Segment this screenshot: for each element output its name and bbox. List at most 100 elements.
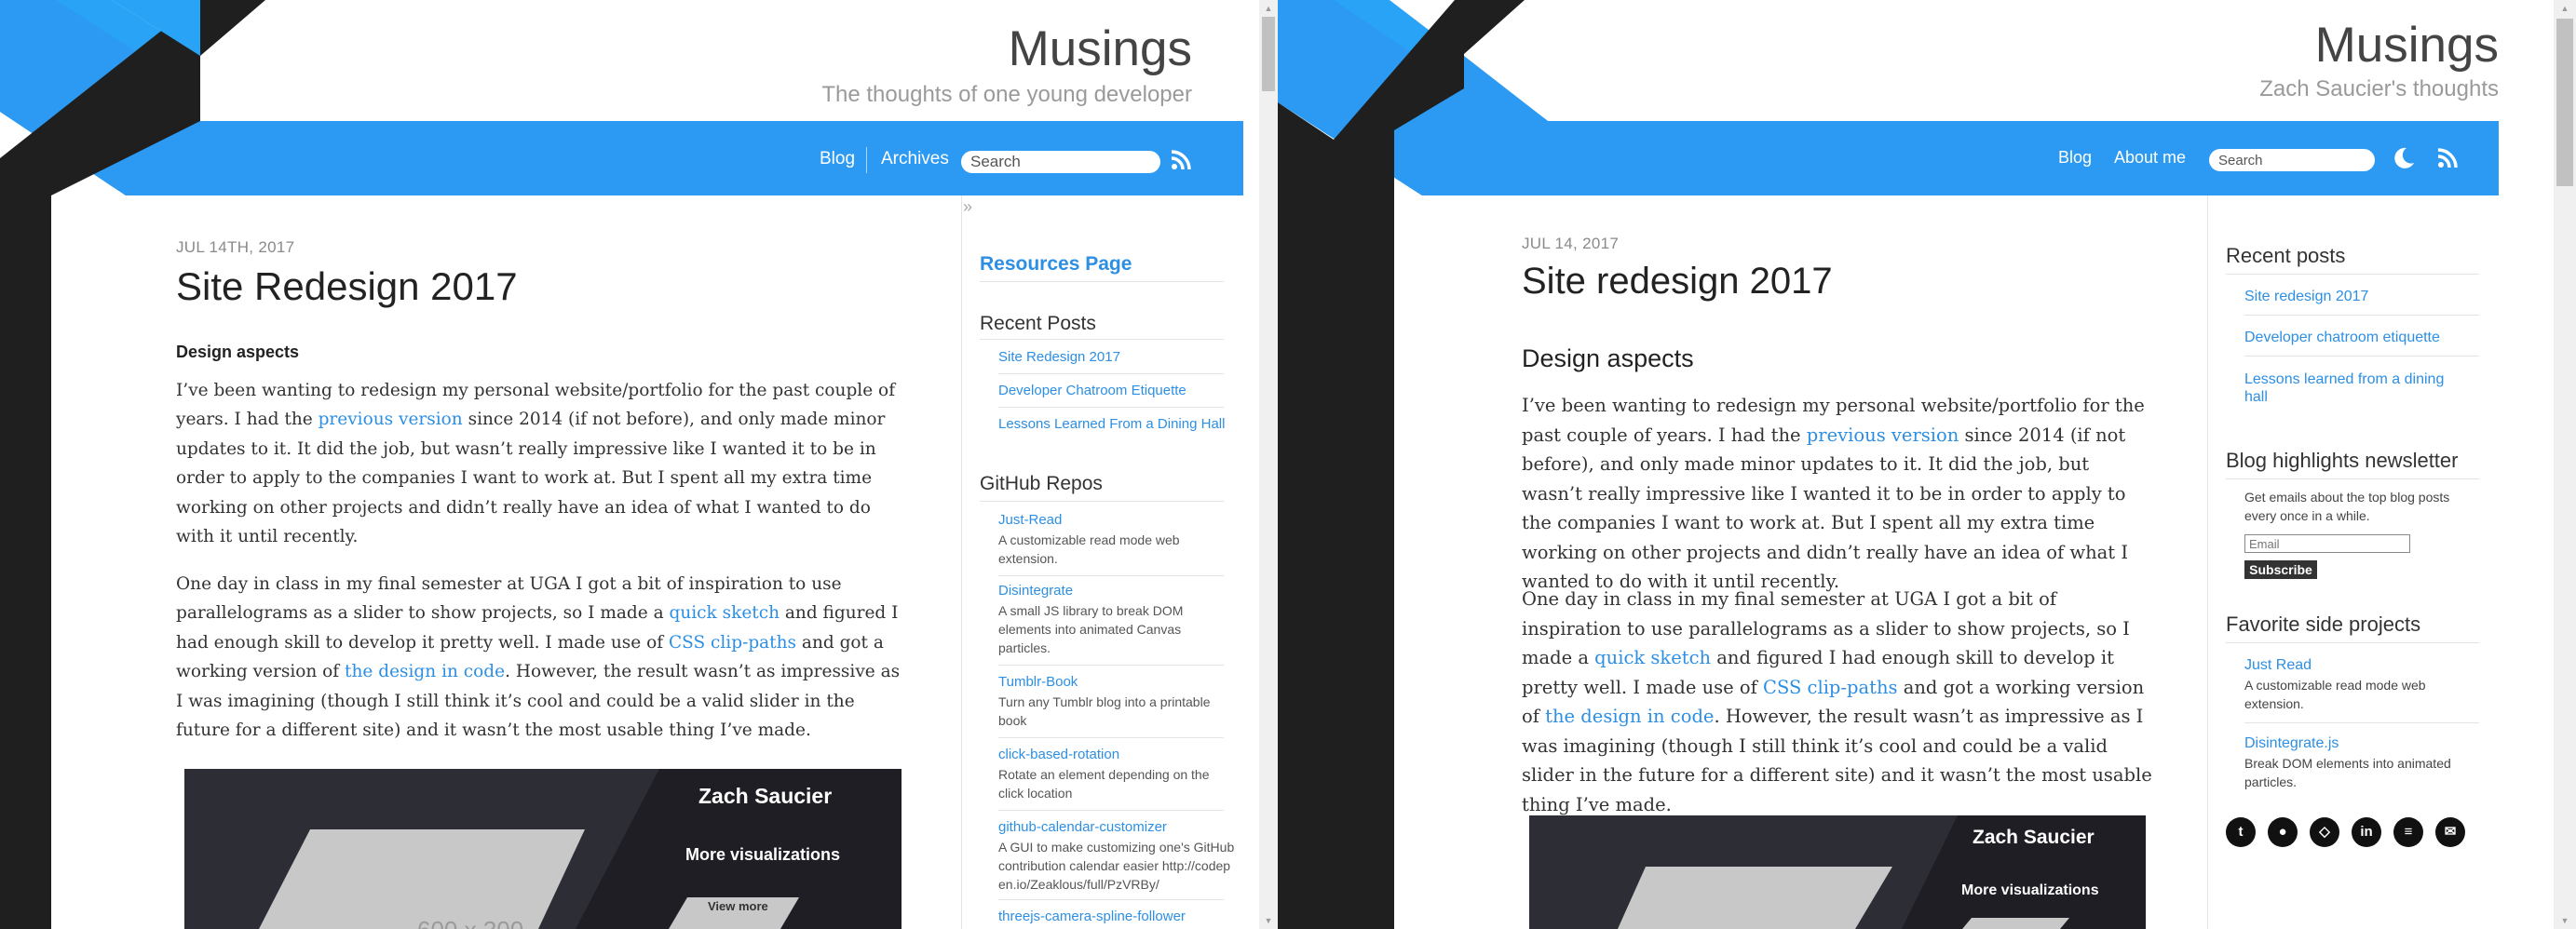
recent-posts-heading: Recent posts	[2226, 244, 2346, 267]
newsletter-description: Get emails about the top blog posts ever…	[2244, 490, 2450, 523]
nav-archives[interactable]: Archives	[881, 149, 949, 169]
recent-post-link[interactable]: Lessons learned from a dining hall	[2244, 370, 2459, 406]
embed-author: Zach Saucier	[1973, 827, 2095, 848]
site-title[interactable]: Musings	[1009, 20, 1192, 77]
embed-author: Zach Saucier	[698, 784, 833, 808]
search-input[interactable]	[961, 151, 1160, 173]
divider	[2226, 642, 2479, 643]
repo-description: Rotate an element depending on the click…	[998, 767, 1210, 801]
left-browser-pane: Musings The thoughts of one young develo…	[0, 0, 1259, 929]
paragraph-2: One day in class in my final semester at…	[176, 570, 902, 745]
projects-heading: Favorite side projects	[2226, 613, 2421, 636]
site-subtitle: Zach Saucier's thoughts	[2259, 76, 2499, 101]
post-title[interactable]: Site Redesign 2017	[176, 264, 518, 309]
email-icon[interactable]: ✉	[2435, 817, 2465, 847]
email-field[interactable]	[2244, 534, 2410, 553]
nav-separator	[866, 147, 867, 173]
recent-post-link[interactable]: Site Redesign 2017	[998, 349, 1120, 365]
paragraph-1: I’ve been wanting to redesign my persona…	[1522, 391, 2146, 597]
right-browser-pane: Musings Zach Saucier's thoughts Blog Abo…	[1278, 0, 2554, 929]
repo-description: Turn any Tumblr blog into a printable bo…	[998, 694, 1211, 728]
link-quick-sketch[interactable]: quick sketch	[1594, 647, 1711, 668]
divider	[998, 899, 1224, 900]
resources-page-link[interactable]: Resources Page	[980, 253, 1132, 276]
repo-link[interactable]: Just-Read	[998, 512, 1062, 528]
divider	[998, 810, 1224, 811]
post-date: JUL 14TH, 2017	[176, 238, 295, 256]
link-design-in-code[interactable]: the design in code	[1545, 706, 1714, 727]
post-title[interactable]: Site redesign 2017	[1522, 261, 1833, 303]
github-repos-heading: GitHub Repos	[980, 473, 1103, 494]
embedded-demo[interactable]: Zach Saucier More visualizations View mo…	[184, 769, 902, 929]
site-title[interactable]: Musings	[2315, 17, 2499, 74]
scroll-down-arrow[interactable]: ▼	[2554, 912, 2576, 929]
link-previous-version[interactable]: previous version	[1807, 424, 1959, 446]
project-description: A customizable read mode web extension.	[2244, 678, 2426, 711]
divider	[980, 339, 1224, 340]
search-input[interactable]	[2209, 149, 2375, 171]
twitter-icon[interactable]: t	[2226, 817, 2256, 847]
project-link[interactable]: Disintegrate.js	[2244, 735, 2339, 752]
divider	[980, 501, 1224, 502]
linkedin-icon[interactable]: in	[2352, 817, 2381, 847]
paragraph-2: One day in class in my final semester at…	[1522, 585, 2155, 819]
divider	[998, 373, 1224, 374]
link-css-clip-paths[interactable]: CSS clip-paths	[1763, 677, 1897, 698]
repo-link[interactable]: Disintegrate	[998, 583, 1073, 599]
right-scrollbar[interactable]: ▲ ▼	[2554, 0, 2576, 929]
link-previous-version[interactable]: previous version	[319, 410, 463, 429]
repo-description: A small JS library to break DOM elements…	[998, 603, 1184, 655]
site-subtitle: The thoughts of one young developer	[821, 82, 1192, 107]
recent-post-link[interactable]: Developer Chatroom Etiquette	[998, 383, 1186, 398]
scroll-up-arrow[interactable]: ▲	[1259, 0, 1278, 17]
embed-more-visualizations[interactable]: More visualizations	[685, 845, 840, 865]
divider	[2226, 478, 2479, 479]
subscribe-button[interactable]: Subscribe	[2244, 560, 2317, 579]
repo-link[interactable]: Tumblr-Book	[998, 674, 1078, 690]
divider	[980, 281, 1224, 282]
embed-placeholder-text: 600 x 300	[417, 916, 523, 929]
divider	[998, 575, 1224, 576]
nav-blog[interactable]: Blog	[2058, 148, 2092, 168]
scrollbar-thumb[interactable]	[1262, 17, 1275, 91]
divider	[2244, 356, 2479, 357]
moon-icon[interactable]	[2390, 145, 2416, 171]
scroll-up-arrow[interactable]: ▲	[2554, 0, 2576, 17]
repo-link[interactable]: threejs-camera-spline-follower	[998, 909, 1186, 924]
divider	[998, 737, 1224, 738]
repo-link[interactable]: github-calendar-customizer	[998, 819, 1167, 835]
repo-link[interactable]: click-based-rotation	[998, 747, 1119, 762]
link-css-clip-paths[interactable]: CSS clip-paths	[669, 633, 796, 653]
divider	[998, 665, 1224, 666]
recent-post-link[interactable]: Lessons Learned From a Dining Hall	[998, 416, 1225, 432]
sidebar-toggle[interactable]: »	[963, 197, 972, 217]
recent-posts-heading: Recent Posts	[980, 313, 1096, 334]
scroll-down-arrow[interactable]: ▼	[1259, 912, 1278, 929]
recent-post-link[interactable]: Developer chatroom etiquette	[2244, 330, 2440, 346]
repo-description: A GUI to make customizing one's GitHub c…	[998, 840, 1235, 892]
divider	[2226, 274, 2479, 275]
post-date: JUL 14, 2017	[1522, 235, 1620, 252]
left-scrollbar[interactable]: ▲ ▼	[1259, 0, 1278, 929]
link-quick-sketch[interactable]: quick sketch	[670, 603, 780, 623]
link-design-in-code[interactable]: the design in code	[345, 662, 505, 681]
divider	[2244, 315, 2479, 316]
scrollbar-thumb[interactable]	[2556, 19, 2573, 186]
codepen-icon[interactable]: ◇	[2310, 817, 2339, 847]
divider	[2244, 722, 2479, 723]
repo-description: A customizable read mode web extension.	[998, 532, 1180, 566]
project-link[interactable]: Just Read	[2244, 657, 2312, 674]
stackoverflow-icon[interactable]: ≡	[2393, 817, 2423, 847]
text: since 2014 (if not before), and only mad…	[1522, 424, 2129, 593]
nav-about-me[interactable]: About me	[2114, 148, 2186, 168]
rss-icon[interactable]	[2436, 147, 2459, 169]
rss-icon[interactable]	[1170, 149, 1192, 171]
recent-post-link[interactable]: Site redesign 2017	[2244, 289, 2368, 305]
newsletter-heading: Blog highlights newsletter	[2226, 449, 2459, 472]
text: since 2014 (if not before), and only mad…	[176, 410, 886, 547]
github-icon[interactable]: ●	[2268, 817, 2298, 847]
embedded-demo[interactable]: Zach Saucier More visualizations	[1529, 815, 2146, 929]
nav-blog[interactable]: Blog	[820, 149, 855, 169]
embed-more-visualizations[interactable]: More visualizations	[1961, 882, 2099, 899]
embed-view-more[interactable]: View more	[708, 899, 768, 913]
